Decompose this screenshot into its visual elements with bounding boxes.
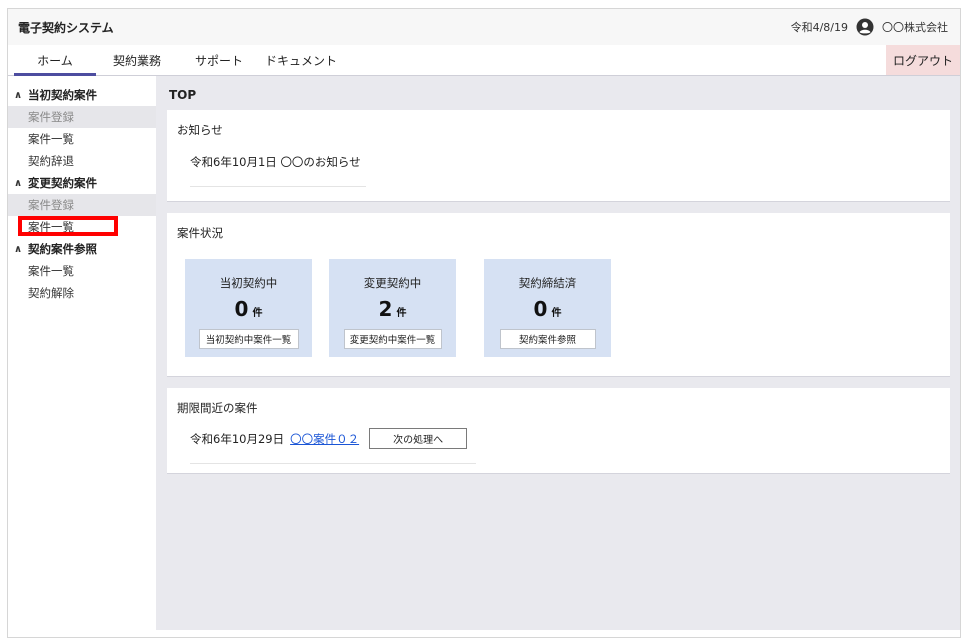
initial-list-button[interactable]: 当初契約中案件一覧	[198, 329, 299, 349]
next-step-button[interactable]: 次の処理へ	[369, 428, 468, 449]
main-content: TOP お知らせ 令和6年10月1日 〇〇のお知らせ 案件状況 当初契約中 0 …	[156, 76, 960, 630]
content-layout: ∧ 当初契約案件 案件登録 案件一覧 契約辞退 ∧ 変更契約案件 案件登録 案件…	[8, 76, 960, 630]
notice-card: お知らせ 令和6年10月1日 〇〇のお知らせ	[167, 110, 950, 202]
count-unit: 件	[551, 308, 562, 319]
deadline-date: 令和6年10月29日	[190, 431, 285, 446]
deadline-card: 期限間近の案件 令和6年10月29日 〇〇案件０２ 次の処理へ	[167, 388, 950, 474]
app-window: 電子契約システム 令和4/8/19 〇〇株式会社 ホーム 契約業務 サポート ド…	[7, 8, 961, 638]
sidebar-section-label: 当初契約案件	[28, 88, 97, 102]
notice-title: お知らせ	[177, 123, 223, 137]
status-label: 契約締結済	[518, 276, 577, 290]
notice-item: 令和6年10月1日 〇〇のお知らせ	[190, 154, 366, 187]
sidebar-item-change-register[interactable]: 案件登録	[8, 194, 156, 216]
page-title: TOP	[169, 88, 197, 102]
notice-date: 令和6年10月1日	[190, 155, 277, 169]
change-list-button[interactable]: 変更契約中案件一覧	[343, 329, 442, 349]
user-circle-icon[interactable]	[856, 18, 874, 36]
sidebar-section-contract-reference[interactable]: ∧ 契約案件参照	[8, 238, 156, 260]
app-header: 電子契約システム 令和4/8/19 〇〇株式会社	[8, 9, 960, 45]
chevron-up-icon: ∧	[14, 89, 23, 101]
deadline-item: 令和6年10月29日 〇〇案件０２ 次の処理へ	[190, 428, 476, 464]
company-name: 〇〇株式会社	[882, 21, 948, 34]
header-info: 令和4/8/19 〇〇株式会社	[791, 18, 948, 36]
case-link[interactable]: 〇〇案件０２	[290, 431, 359, 447]
sidebar-section-label: 契約案件参照	[28, 242, 97, 256]
contract-reference-button[interactable]: 契約案件参照	[499, 329, 596, 349]
status-box-initial: 当初契約中 0 件 当初契約中案件一覧	[185, 259, 312, 357]
count-number: 2	[378, 297, 393, 321]
count-number: 0	[234, 297, 249, 321]
tab-home[interactable]: ホーム	[14, 45, 96, 76]
count-unit: 件	[396, 308, 407, 319]
status-card: 案件状況 当初契約中 0 件 当初契約中案件一覧 変更契約中 2 件 変更契約中…	[167, 213, 950, 377]
sidebar-item-initial-decline[interactable]: 契約辞退	[8, 150, 156, 172]
chevron-up-icon: ∧	[14, 177, 23, 189]
status-box-change: 変更契約中 2 件 変更契約中案件一覧	[329, 259, 456, 357]
tab-documents[interactable]: ドキュメント	[260, 45, 342, 75]
status-row: 当初契約中 0 件 当初契約中案件一覧 変更契約中 2 件 変更契約中案件一覧 …	[185, 259, 940, 357]
notice-text: 〇〇のお知らせ	[280, 155, 361, 169]
sidebar-item-initial-register[interactable]: 案件登録	[8, 106, 156, 128]
sidebar-item-initial-list[interactable]: 案件一覧	[8, 128, 156, 150]
current-date: 令和4/8/19	[790, 21, 848, 34]
sidebar-item-reference-cancel[interactable]: 契約解除	[8, 282, 156, 304]
count-number: 0	[533, 297, 548, 321]
status-label: 当初契約中	[219, 276, 278, 290]
status-count: 2 件	[379, 297, 407, 321]
logout-button[interactable]: ログアウト	[886, 45, 960, 75]
status-box-concluded: 契約締結済 0 件 契約案件参照	[484, 259, 611, 357]
sidebar-item-reference-list[interactable]: 案件一覧	[8, 260, 156, 282]
sidebar: ∧ 当初契約案件 案件登録 案件一覧 契約辞退 ∧ 変更契約案件 案件登録 案件…	[8, 76, 156, 630]
main-nav: ホーム 契約業務 サポート ドキュメント ログアウト	[8, 45, 960, 76]
count-unit: 件	[252, 308, 263, 319]
status-count: 0 件	[534, 297, 562, 321]
status-label: 変更契約中	[363, 276, 422, 290]
sidebar-item-change-list[interactable]: 案件一覧	[8, 216, 156, 238]
chevron-up-icon: ∧	[14, 243, 23, 255]
app-title: 電子契約システム	[18, 20, 114, 35]
status-count: 0 件	[235, 297, 263, 321]
sidebar-section-change-contracts[interactable]: ∧ 変更契約案件	[8, 172, 156, 194]
tab-support[interactable]: サポート	[178, 45, 260, 75]
tab-contract-work[interactable]: 契約業務	[96, 45, 178, 75]
deadline-title: 期限間近の案件	[177, 401, 258, 415]
sidebar-section-label: 変更契約案件	[28, 176, 97, 190]
status-title: 案件状況	[177, 226, 223, 240]
sidebar-section-initial-contracts[interactable]: ∧ 当初契約案件	[8, 84, 156, 106]
